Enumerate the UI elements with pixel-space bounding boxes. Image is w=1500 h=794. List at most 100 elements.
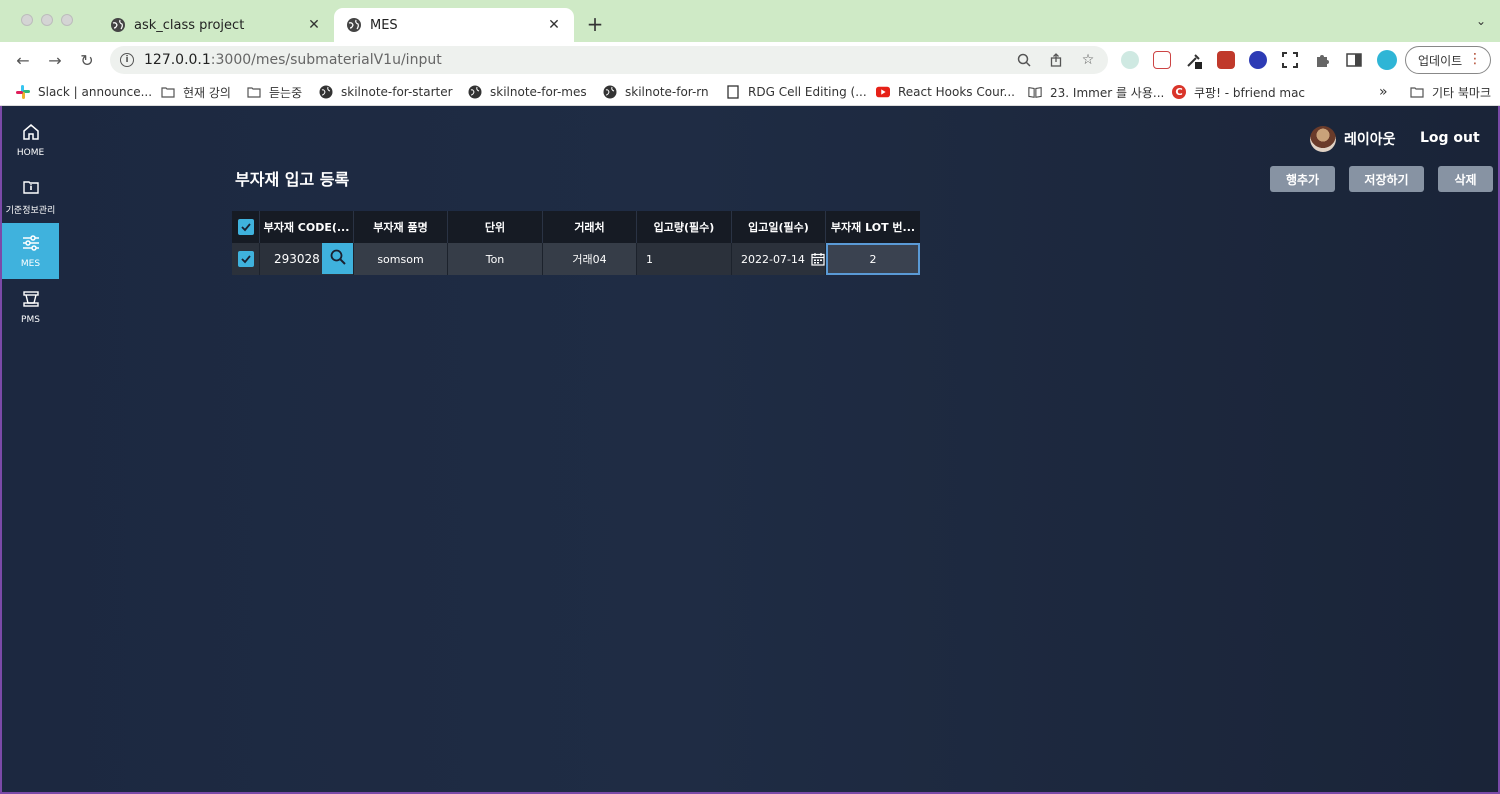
info-box-icon (21, 177, 41, 197)
slack-icon (16, 85, 30, 99)
user-profile[interactable]: 레이아웃 (1310, 126, 1396, 152)
browser-tab-mes[interactable]: MES ✕ (334, 8, 574, 42)
sidebar-item-label: 기준정보관리 (5, 205, 56, 216)
calendar-icon[interactable] (811, 252, 825, 266)
sidebar-item-label: HOME (16, 148, 45, 158)
bookmark-label: Slack | announce... (38, 85, 153, 99)
code-cell[interactable]: 293028 (260, 243, 354, 275)
sliders-icon (21, 233, 41, 253)
profile-avatar[interactable] (1377, 50, 1397, 70)
name-cell[interactable]: somsom (354, 243, 448, 275)
zoom-icon[interactable] (1016, 52, 1032, 68)
lot-cell[interactable]: 2 (826, 243, 920, 275)
info-icon[interactable]: i (120, 53, 134, 67)
home-icon (21, 122, 41, 142)
page-title: 부자재 입고 등록 (235, 170, 350, 189)
sidebar-item-label: MES (20, 259, 41, 269)
tab-title: MES (370, 17, 398, 33)
save-button[interactable]: 저장하기 (1349, 166, 1424, 192)
sidebar-item-home[interactable]: HOME (2, 112, 59, 168)
bookmark-label: 23. Immer 를 사용... (1050, 85, 1165, 100)
app-viewport: HOME 기준정보관리 MES PMS 레이아웃 Log out 부자재 입고 … (0, 106, 1500, 794)
bookmark-item[interactable]: 현재 강의 (161, 83, 231, 101)
bookmark-label: 듣는중 (269, 85, 303, 100)
bookmark-item[interactable]: skilnote-for-starter (319, 83, 453, 101)
bookmark-item[interactable]: C 쿠팡! - bfriend mac (1172, 83, 1305, 101)
bookmark-label: React Hooks Cour... (898, 85, 1015, 99)
bookmark-label: skilnote-for-rn (625, 85, 709, 99)
column-header-name[interactable]: 부자재 품명 (354, 211, 448, 243)
bookmark-item[interactable]: 23. Immer 를 사용... (1028, 83, 1164, 101)
address-bar[interactable]: i 127.0.0.1:3000/mes/submaterialV1u/inpu… (110, 46, 1108, 74)
column-header-vendor[interactable]: 거래처 (543, 211, 637, 243)
close-icon[interactable]: ✕ (306, 17, 322, 33)
bookmark-item[interactable]: skilnote-for-mes (468, 83, 587, 101)
sidebar-item-master-data[interactable]: 기준정보관리 (2, 168, 59, 224)
forward-arrow-icon[interactable]: → (45, 50, 65, 70)
code-search-button[interactable] (322, 243, 353, 274)
folder-icon (1410, 85, 1424, 99)
bookmarks-overflow-button[interactable]: » (1379, 83, 1388, 101)
eyedropper-icon[interactable] (1185, 51, 1203, 69)
bookmark-item[interactable]: React Hooks Cour... (876, 83, 1015, 101)
sidebar-item-mes[interactable]: MES (2, 223, 59, 279)
browser-tab-ask-class[interactable]: ask_class project ✕ (98, 8, 334, 42)
delete-button[interactable]: 삭제 (1438, 166, 1493, 192)
window-minimize-button[interactable] (41, 14, 53, 26)
bookmark-item[interactable]: 기타 북마크 (1410, 83, 1491, 101)
extension-red-icon[interactable] (1217, 51, 1235, 69)
bookmark-label: RDG Cell Editing (... (748, 85, 867, 99)
reload-icon[interactable]: ↻ (77, 50, 97, 70)
share-icon[interactable] (1048, 52, 1064, 68)
date-value: 2022-07-14 (741, 252, 805, 266)
avatar (1310, 126, 1336, 152)
bookmark-item[interactable]: Slack | announce... (16, 83, 152, 101)
globe-icon (110, 17, 126, 33)
sidepanel-icon[interactable] (1345, 51, 1363, 69)
youtube-icon (876, 85, 890, 99)
tab-title: ask_class project (134, 17, 245, 33)
row-select-cell[interactable] (232, 243, 260, 275)
star-icon[interactable]: ☆ (1080, 52, 1096, 68)
coupang-icon: C (1172, 85, 1186, 99)
back-arrow-icon[interactable]: ← (13, 50, 33, 70)
column-header-date[interactable]: 입고일(필수) (732, 211, 826, 243)
new-tab-button[interactable]: + (585, 12, 605, 36)
select-all-checkbox[interactable] (237, 219, 254, 235)
code-value: 293028 (274, 252, 320, 266)
pms-icon (21, 289, 41, 309)
unit-cell[interactable]: Ton (448, 243, 543, 275)
zoom-extension-icon[interactable] (1249, 51, 1267, 69)
username: 레이아웃 (1344, 132, 1396, 148)
column-header-lot[interactable]: 부자재 LOT 번... (826, 211, 920, 243)
folder-icon (161, 85, 175, 99)
window-close-button[interactable] (21, 14, 33, 26)
select-all-cell[interactable] (232, 211, 260, 243)
browser-tab-bar: ask_class project ✕ MES ✕ + ⌄ (0, 0, 1500, 42)
vendor-cell[interactable]: 거래04 (543, 243, 637, 275)
bookmark-item[interactable]: skilnote-for-rn (603, 83, 709, 101)
sidebar-item-pms[interactable]: PMS (2, 279, 59, 335)
window-zoom-button[interactable] (61, 14, 73, 26)
column-header-quantity[interactable]: 입고량(필수) (637, 211, 732, 243)
screenshot-icon[interactable] (1281, 51, 1299, 69)
logout-button[interactable]: Log out (1420, 130, 1480, 146)
date-cell[interactable]: 2022-07-14 (732, 243, 826, 275)
bookmark-item[interactable]: RDG Cell Editing (... (726, 83, 867, 101)
bookmark-item[interactable]: 듣는중 (247, 83, 302, 101)
column-header-unit[interactable]: 단위 (448, 211, 543, 243)
close-icon[interactable]: ✕ (546, 17, 562, 33)
calendar-extension-icon[interactable] (1153, 51, 1171, 69)
folder-icon (247, 85, 261, 99)
puzzle-icon[interactable] (1313, 51, 1331, 69)
row-checkbox[interactable] (237, 251, 254, 267)
chevron-down-icon[interactable]: ⌄ (1476, 14, 1486, 28)
extension-icon[interactable] (1121, 51, 1139, 69)
update-button[interactable]: 업데이트 ⋮ (1405, 46, 1491, 74)
quantity-cell[interactable]: 1 (637, 243, 732, 275)
book-icon (1028, 85, 1042, 99)
column-header-code[interactable]: 부자재 CODE(... (260, 211, 354, 243)
search-icon (330, 249, 346, 268)
update-label: 업데이트 (1418, 53, 1463, 68)
add-row-button[interactable]: 행추가 (1270, 166, 1335, 192)
